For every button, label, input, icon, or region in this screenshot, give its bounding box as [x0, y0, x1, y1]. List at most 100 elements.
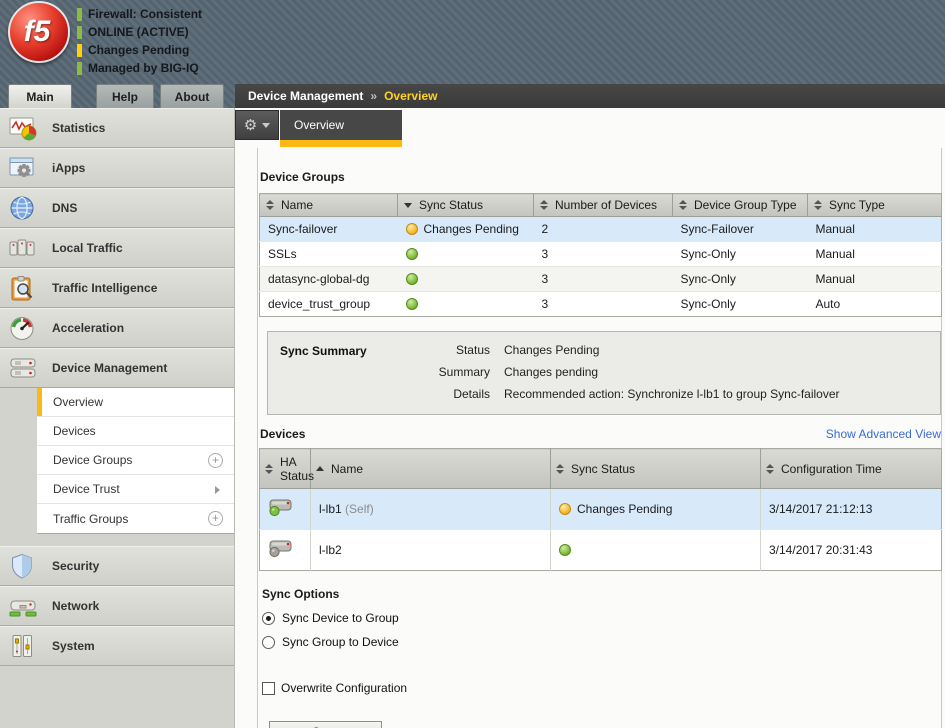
content-area: Overview Device Groups Name Sync Status …	[235, 108, 945, 728]
sync-status-cell	[398, 267, 534, 292]
checkbox-label: Overwrite Configuration	[281, 681, 407, 695]
sync-summary-row-details: Details Recommended action: Synchronize …	[428, 387, 930, 401]
sidebar-item-label: Statistics	[52, 121, 105, 135]
sort-asc-icon	[316, 466, 324, 471]
sort-icon	[540, 200, 548, 210]
sync-ok-icon	[406, 273, 418, 285]
breadcrumb-section: Device Management	[248, 89, 363, 103]
sidebar-item-overview[interactable]: Overview	[37, 388, 234, 417]
column-header-configuration-time[interactable]: Configuration Time	[761, 449, 942, 489]
traffic-intelligence-icon	[9, 275, 39, 302]
column-header-name[interactable]: Name	[311, 449, 551, 489]
sidebar-item-system[interactable]: System	[0, 626, 234, 666]
system-icon	[9, 633, 39, 660]
f5-logo[interactable]: f5	[8, 1, 70, 63]
column-header-number-of-devices[interactable]: Number of Devices	[534, 194, 673, 217]
sort-icon	[679, 200, 687, 210]
sidebar-item-iapps[interactable]: iApps	[0, 148, 234, 188]
device-name-cell[interactable]: l-lb1 (Self)	[311, 489, 551, 530]
sidebar-item-devices[interactable]: Devices	[37, 417, 234, 446]
sidebar-item-device-groups[interactable]: Device Groups	[37, 446, 234, 475]
dns-icon	[9, 195, 39, 222]
column-header-sync-status[interactable]: Sync Status	[398, 194, 534, 217]
sidebar-item-security[interactable]: Security	[0, 546, 234, 586]
status-indicator-green	[77, 26, 82, 39]
group-type-cell: Sync-Only	[673, 267, 808, 292]
column-header-sync-status[interactable]: Sync Status	[551, 449, 761, 489]
show-advanced-view-link[interactable]: Show Advanced View	[826, 427, 941, 441]
summary-value: Recommended action: Synchronize l-lb1 to…	[504, 387, 840, 401]
column-header-sync-type[interactable]: Sync Type	[808, 194, 942, 217]
radio-label: Sync Device to Group	[282, 611, 399, 625]
tab-about[interactable]: About	[160, 84, 224, 108]
gear-icon	[244, 118, 257, 133]
device-count-cell: 3	[534, 292, 673, 317]
sidebar-item-label: Acceleration	[52, 321, 124, 335]
acceleration-icon	[9, 315, 39, 342]
radio-button-checked	[262, 612, 275, 625]
page-options-button[interactable]	[235, 110, 279, 140]
column-header-device-group-type[interactable]: Device Group Type	[673, 194, 808, 217]
group-name-cell[interactable]: device_trust_group	[260, 292, 398, 317]
sort-icon	[556, 464, 564, 474]
status-label: Managed by BIG-IQ	[88, 61, 199, 75]
sync-status-cell	[551, 530, 761, 571]
sync-status-cell: Changes Pending	[398, 217, 534, 242]
table-row[interactable]: datasync-global-dg 3 Sync-Only Manual	[260, 267, 942, 292]
sidebar-item-traffic-groups[interactable]: Traffic Groups	[37, 504, 234, 533]
network-icon	[9, 593, 39, 620]
group-type-cell: Sync-Only	[673, 292, 808, 317]
summary-value: Changes pending	[504, 365, 598, 379]
sidebar-item-traffic-intelligence[interactable]: Traffic Intelligence	[0, 268, 234, 308]
sidebar-item-device-management[interactable]: Device Management	[0, 348, 234, 388]
sync-status-cell	[398, 242, 534, 267]
plus-icon[interactable]	[208, 511, 223, 526]
sidebar-item-network[interactable]: Network	[0, 586, 234, 626]
group-name-cell[interactable]: Sync-failover	[260, 217, 398, 242]
sidebar-item-device-trust[interactable]: Device Trust	[37, 475, 234, 504]
breadcrumb-separator: »	[370, 89, 377, 103]
table-row[interactable]: l-lb2 3/14/2017 20:31:43	[260, 530, 942, 571]
sync-type-cell: Manual	[808, 242, 942, 267]
security-icon	[9, 553, 39, 580]
sync-type-cell: Manual	[808, 217, 942, 242]
sidebar-item-dns[interactable]: DNS	[0, 188, 234, 228]
local-traffic-icon	[9, 235, 39, 262]
table-row[interactable]: SSLs 3 Sync-Only Manual	[260, 242, 942, 267]
device-groups-table: Name Sync Status Number of Devices Devic…	[259, 193, 942, 317]
group-name-cell[interactable]: SSLs	[260, 242, 398, 267]
radio-sync-group-to-device[interactable]: Sync Group to Device	[262, 635, 941, 649]
table-row[interactable]: Sync-failover Changes Pending 2 Sync-Fai…	[260, 217, 942, 242]
sidebar-item-local-traffic[interactable]: Local Traffic	[0, 228, 234, 268]
config-time-cell: 3/14/2017 20:31:43	[761, 530, 942, 571]
checkbox-overwrite-configuration[interactable]: Overwrite Configuration	[262, 681, 941, 695]
tab-main[interactable]: Main	[8, 84, 72, 108]
sort-icon	[266, 200, 274, 210]
sidebar-item-label: Local Traffic	[52, 241, 123, 255]
sidebar-item-label: Traffic Intelligence	[52, 281, 157, 295]
tab-help[interactable]: Help	[96, 84, 154, 108]
submenu-item-label: Overview	[53, 395, 103, 409]
status-indicator-green	[77, 62, 82, 75]
sidebar-item-statistics[interactable]: Statistics	[0, 108, 234, 148]
sync-button[interactable]: Sync	[269, 721, 382, 728]
device-standby-icon	[268, 539, 293, 558]
summary-label: Details	[428, 387, 490, 401]
radio-sync-device-to-group[interactable]: Sync Device to Group	[262, 611, 941, 625]
group-name-cell[interactable]: datasync-global-dg	[260, 267, 398, 292]
sidebar-item-acceleration[interactable]: Acceleration	[0, 308, 234, 348]
devices-header-row: HA Status Name Sync Status Configuration…	[260, 449, 942, 489]
device-name-cell[interactable]: l-lb2	[311, 530, 551, 571]
table-row[interactable]: device_trust_group 3 Sync-Only Auto	[260, 292, 942, 317]
column-header-name[interactable]: Name	[260, 194, 398, 217]
sidebar-item-label: DNS	[52, 201, 77, 215]
summary-label: Summary	[428, 365, 490, 379]
device-management-icon	[9, 355, 39, 382]
table-row[interactable]: l-lb1 (Self) Changes Pending 3/14/2017 2…	[260, 489, 942, 530]
plus-icon[interactable]	[208, 453, 223, 468]
sync-summary-row-summary: Summary Changes pending	[428, 365, 930, 379]
status-row-changes-pending[interactable]: Changes Pending	[77, 41, 202, 59]
column-header-ha-status[interactable]: HA Status	[260, 449, 311, 489]
tab-overview[interactable]: Overview	[280, 110, 402, 140]
active-tab-underline	[280, 140, 402, 147]
